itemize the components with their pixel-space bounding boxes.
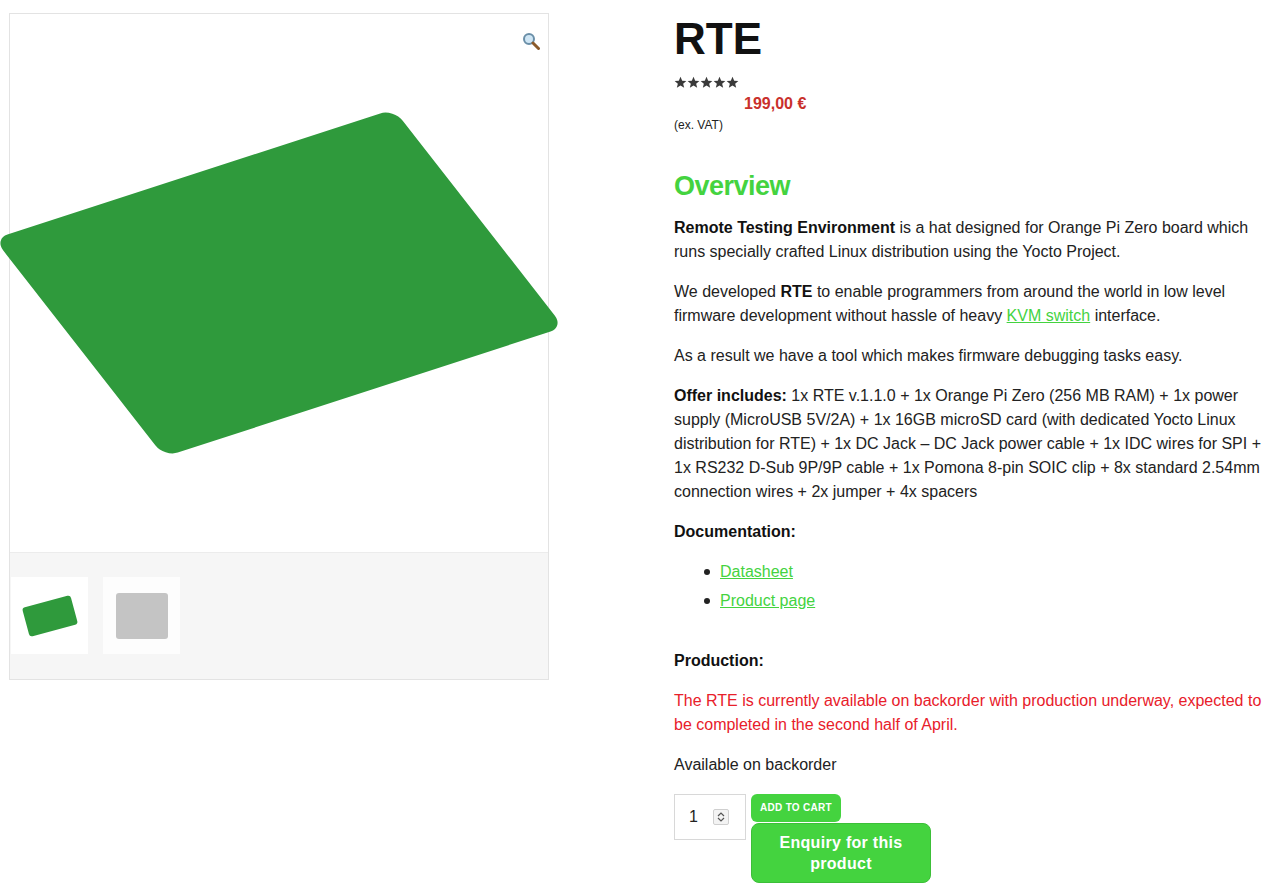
bold-text: Offer includes:	[674, 387, 787, 404]
documentation-item: Product page	[704, 589, 1278, 613]
documentation-item: Datasheet	[704, 560, 1278, 584]
production-label: Production:	[674, 649, 1278, 673]
product-summary: RTE 199,00 € (ex. VAT) Overview Remote Testi…	[674, 0, 1278, 883]
thumbnail[interactable]	[103, 577, 180, 654]
star-icon	[687, 76, 700, 89]
bold-text: Remote Testing Environment	[674, 219, 895, 236]
star-icon	[726, 76, 739, 89]
zoom-button[interactable]	[522, 32, 540, 50]
documentation-list: Datasheet Product page	[704, 560, 1278, 613]
star-rating	[674, 76, 1278, 90]
main-image[interactable]	[10, 14, 548, 552]
documentation-label: Documentation:	[674, 520, 1278, 544]
product-photo	[0, 109, 564, 457]
enquiry-button[interactable]: Enquiry for this product	[751, 823, 931, 883]
star-icon	[713, 76, 726, 89]
text-run: We developed	[674, 283, 780, 300]
text-run: interface.	[1090, 307, 1160, 324]
bullet	[704, 598, 710, 604]
thumbnail[interactable]	[11, 577, 88, 654]
quantity-field[interactable]	[674, 794, 746, 840]
overview-text: Remote Testing Environment is a hat desi…	[674, 216, 1278, 504]
product-page: RTE 199,00 € (ex. VAT) Overview Remote Testi…	[0, 0, 1282, 883]
thumbnail-photo	[21, 595, 77, 637]
text-run: As a result we have a tool which makes f…	[674, 347, 1182, 364]
thumbnail-photo	[116, 593, 168, 639]
documentation-link[interactable]: Datasheet	[720, 560, 793, 584]
add-to-cart-button[interactable]: ADD TO CART	[751, 794, 841, 822]
cart-buttons: ADD TO CARTEnquiry for this product	[751, 794, 931, 883]
availability: Available on backorder	[674, 753, 1278, 777]
overview-paragraph: Offer includes: 1x RTE v.1.1.0 + 1x Oran…	[674, 384, 1278, 504]
quantity-input[interactable]	[689, 805, 713, 829]
thumbnail-strip	[10, 552, 548, 679]
price: 199,00 €	[744, 94, 1278, 114]
spinner-arrows-icon	[717, 811, 725, 823]
documentation-link[interactable]: Product page	[720, 589, 815, 613]
overview-paragraph: As a result we have a tool which makes f…	[674, 344, 1278, 368]
quantity-spinner[interactable]	[713, 809, 729, 825]
star-icon	[700, 76, 713, 89]
star-icon	[674, 76, 687, 89]
bold-text: RTE	[780, 283, 812, 300]
vat-note: (ex. VAT)	[674, 117, 1278, 133]
overview-paragraph: Remote Testing Environment is a hat desi…	[674, 216, 1278, 264]
overview-heading: Overview	[674, 170, 1278, 202]
cart-form: ADD TO CARTEnquiry for this product	[674, 794, 1278, 883]
text-link[interactable]: KVM switch	[1007, 307, 1091, 324]
production-notice: The RTE is currently available on backor…	[674, 689, 1278, 737]
overview-paragraph: We developed RTE to enable programmers f…	[674, 280, 1278, 328]
bullet	[704, 569, 710, 575]
product-title: RTE	[674, 14, 1278, 64]
product-gallery	[9, 13, 549, 680]
magnifier-icon	[522, 32, 540, 50]
